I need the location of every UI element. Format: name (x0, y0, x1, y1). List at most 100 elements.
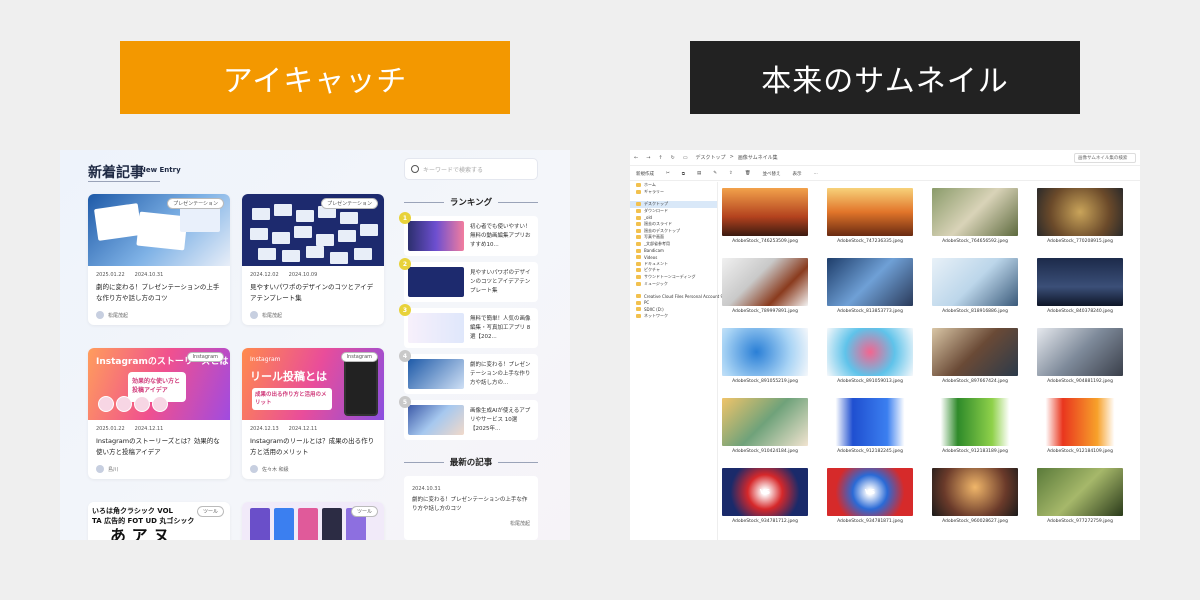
ranking-thumbnail (408, 359, 464, 389)
nav-item[interactable]: ミュージック (630, 280, 717, 287)
nav-item[interactable]: ピクチャ (630, 267, 717, 274)
file-thumbnail[interactable]: AdobeStock_747236335.jpeg (827, 188, 913, 244)
nav-item-label: ピクチャ (644, 267, 660, 273)
image-preview (1037, 398, 1123, 446)
back-icon[interactable]: ← (634, 155, 638, 161)
update-date: 2024.12.02 (250, 272, 279, 278)
nav-item[interactable]: _old (630, 214, 717, 221)
article-title[interactable]: 劇的に変わる！プレゼンテーションの上手な作り方や話し方のコツ (88, 278, 230, 308)
article-title[interactable]: Instagramのリールとは？成果の出る作り方と活用のメリット (242, 432, 384, 462)
file-thumbnail[interactable]: AdobeStock_960028627.jpeg (932, 468, 1018, 524)
file-thumbnail[interactable]: AdobeStock_897667424.jpeg (932, 328, 1018, 384)
article-card[interactable]: プレゼンテーション 2024.12.02 2024.10.09 見やすいパワポのデ… (242, 194, 384, 325)
file-thumbnail[interactable]: AdobeStock_891059013.jpeg (827, 328, 913, 384)
file-name: AdobeStock_789997891.jpeg (732, 309, 798, 314)
ranking-item[interactable]: 1 初心者でも使いやすい！無料の動画編集アプリおすすめ10... (399, 212, 538, 256)
category-tag: プレゼンテーション (321, 198, 378, 209)
explorer-search-input[interactable]: 画像サムネイル集の検索 (1074, 153, 1136, 163)
paste-icon[interactable]: ▤ (697, 171, 701, 176)
file-name: AdobeStock_912184109.jpeg (1047, 449, 1113, 454)
file-thumbnail[interactable]: AdobeStock_912184109.jpeg (1037, 398, 1123, 454)
file-thumbnail[interactable]: AdobeStock_910424184.jpeg (722, 398, 808, 454)
update-date: 2025.01.22 (96, 426, 125, 432)
more-button[interactable]: ... (814, 171, 818, 176)
ranking-item[interactable]: 5 画像生成AIが使えるアプリやサービス 10選【2025年... (399, 396, 538, 440)
file-name: AdobeStock_891059013.jpeg (837, 379, 903, 384)
folder-icon (636, 268, 641, 273)
nav-item[interactable]: _文部省参考用 (630, 241, 717, 248)
up-icon[interactable]: ↑ (658, 155, 662, 161)
author-name: 松尾茂起 (262, 312, 283, 319)
article-card[interactable]: いろは角クラシック VOL TA 広告的 FOT UD 丸ゴシック あ ア ヌ ツ… (88, 502, 230, 540)
copy-icon[interactable]: ⧉ (682, 171, 685, 177)
rename-icon[interactable]: ✎ (713, 171, 717, 176)
file-thumbnail[interactable]: AdobeStock_891055219.jpeg (722, 328, 808, 384)
nav-item[interactable]: サウンドトーンコーディング (630, 274, 717, 281)
nav-item[interactable]: ダウンロード (630, 208, 717, 215)
folder-icon (636, 183, 641, 188)
file-name: AdobeStock_747236335.jpeg (837, 239, 903, 244)
folder-icon (636, 307, 641, 312)
address-bar: ← → ↑ ↻ ▭ デスクトップ > 画像サムネイル集 (630, 150, 1140, 166)
view-button[interactable]: 表示 (793, 171, 802, 177)
rank-number: 1 (399, 212, 411, 224)
file-thumbnail[interactable]: AdobeStock_912182245.jpeg (827, 398, 913, 454)
article-title[interactable]: Instagramのストーリーズとは？効果的な使い方と投稿アイデア (88, 432, 230, 462)
file-thumbnail[interactable]: AdobeStock_770208915.jpeg (1037, 188, 1123, 244)
file-thumbnail[interactable]: AdobeStock_904881192.jpeg (1037, 328, 1123, 384)
ranking-item[interactable]: 3 無料で簡単！人気の画像編集・写真加工アプリ 8選【202... (399, 304, 538, 348)
nav-item[interactable]: SDXC (D:) (630, 306, 717, 313)
nav-item[interactable]: PC (630, 300, 717, 307)
file-thumbnail[interactable]: AdobeStock_764656592.jpeg (932, 188, 1018, 244)
breadcrumb[interactable]: デスクトップ > 画像サムネイル集 (696, 154, 778, 161)
sort-button[interactable]: 並べ替え (763, 171, 781, 177)
latest-article[interactable]: 2024.10.31 劇的に変わる！プレゼンテーションの上手な作り方や話し方のコ… (404, 476, 538, 540)
rank-number: 3 (399, 304, 411, 316)
nav-item[interactable]: 過去のスライド (630, 221, 717, 228)
file-thumbnail[interactable]: VS AdobeStock_934781871.jpeg (827, 468, 913, 524)
section-subtitle: New Entry (140, 166, 181, 174)
nav-item[interactable]: 写真や画面 (630, 234, 717, 241)
article-card[interactable]: Instagram リール投稿とは 成果の出る作り方と活用のメリット Insta… (242, 348, 384, 479)
folder-icon (636, 235, 641, 240)
nav-item-label: サウンドトーンコーディング (644, 274, 696, 280)
file-thumbnail[interactable]: AdobeStock_789997891.jpeg (722, 258, 808, 314)
delete-icon[interactable]: 🗑 (745, 171, 751, 176)
cut-icon[interactable]: ✂ (666, 171, 670, 176)
folder-icon (636, 275, 641, 280)
file-name: AdobeStock_813853773.jpeg (837, 309, 903, 314)
nav-item[interactable]: Videos (630, 254, 717, 261)
file-name: AdobeStock_764656592.jpeg (942, 239, 1008, 244)
file-thumbnail[interactable]: AdobeStock_840378240.jpeg (1037, 258, 1123, 314)
search-box[interactable]: キーワードで検索する (404, 158, 538, 180)
nav-item[interactable]: デスクトップ (630, 201, 717, 208)
category-tag: ツール (196, 506, 224, 517)
article-card[interactable]: プレゼンテーション 2025.01.22 2024.10.31 劇的に変わる！プレ… (88, 194, 230, 325)
nav-item[interactable]: ギャラリー (630, 189, 717, 196)
new-button[interactable]: 新規作成 (636, 171, 654, 177)
nav-item-label: ミュージック (644, 280, 668, 286)
category-tag: プレゼンテーション (167, 198, 224, 209)
thumbnail-caption: 成果の出る作り方と活用のメリット (252, 388, 332, 410)
file-thumbnail[interactable]: VS AdobeStock_934781712.jpeg (722, 468, 808, 524)
file-thumbnail[interactable]: AdobeStock_818916886.jpeg (932, 258, 1018, 314)
article-card[interactable]: ツール (242, 502, 384, 540)
forward-icon[interactable]: → (646, 155, 650, 161)
file-thumbnail[interactable]: AdobeStock_813853773.jpeg (827, 258, 913, 314)
nav-item[interactable]: Creative Cloud Files Personal Account 91… (630, 293, 731, 300)
file-thumbnail[interactable]: AdobeStock_746253509.jpeg (722, 188, 808, 244)
folder-icon (636, 228, 641, 233)
article-title[interactable]: 見やすいパワポのデザインのコツとアイデアテンプレート集 (242, 278, 384, 308)
file-thumbnail[interactable]: AdobeStock_977272759.jpeg (1037, 468, 1123, 524)
nav-item[interactable]: Bandicam (630, 247, 717, 254)
share-icon[interactable]: ⇪ (729, 171, 733, 176)
image-preview (932, 258, 1018, 306)
nav-item[interactable]: ホーム (630, 182, 717, 189)
image-preview (722, 398, 808, 446)
refresh-icon[interactable]: ↻ (671, 155, 675, 161)
ranking-item[interactable]: 4 劇的に変わる！プレゼンテーションの上手な作り方や話し方の... (399, 350, 538, 394)
ranking-item[interactable]: 2 見やすいパワポのデザインのコツとアイデアテンプレート集 (399, 258, 538, 302)
article-card[interactable]: Instagramのストーリーズとは 効果的な使い方と投稿アイデア Instag… (88, 348, 230, 479)
nav-item[interactable]: ネットワーク (630, 313, 717, 320)
file-thumbnail[interactable]: AdobeStock_912183189.jpeg (932, 398, 1018, 454)
